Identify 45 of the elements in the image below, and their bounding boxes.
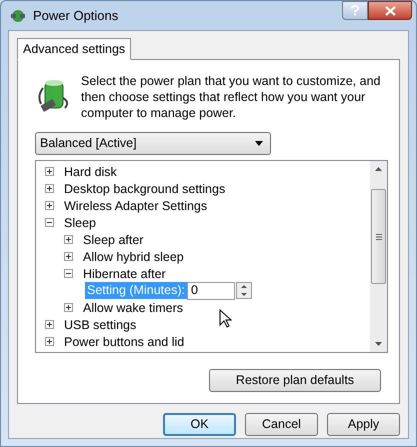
expand-icon[interactable] bbox=[64, 235, 73, 244]
dialog-button[interactable]: Cancel bbox=[245, 413, 318, 436]
scrollbar[interactable] bbox=[370, 161, 387, 352]
scroll-down-icon[interactable] bbox=[375, 342, 382, 346]
tree-item[interactable]: Allow wake timers bbox=[83, 298, 184, 316]
tree-item[interactable]: USB settings bbox=[64, 316, 136, 334]
grip-icon bbox=[376, 234, 382, 240]
expand-icon[interactable] bbox=[45, 184, 54, 193]
scroll-up-icon[interactable] bbox=[375, 167, 382, 171]
close-icon bbox=[384, 6, 396, 16]
restore-defaults-button[interactable]: Restore plan defaults bbox=[209, 369, 381, 392]
mouse-cursor-icon bbox=[219, 309, 232, 328]
tree-item[interactable]: Wireless Adapter Settings bbox=[64, 196, 208, 214]
up-arrow-icon[interactable] bbox=[240, 285, 247, 288]
help-button[interactable] bbox=[342, 1, 368, 20]
dropdown-arrow-icon bbox=[255, 141, 263, 146]
expand-icon[interactable] bbox=[45, 337, 54, 346]
down-arrow-icon[interactable] bbox=[240, 292, 247, 296]
battery-plug-icon bbox=[37, 78, 71, 114]
window-title: Power Options bbox=[33, 6, 118, 25]
tab[interactable]: Advanced settings bbox=[17, 38, 132, 60]
expand-icon[interactable] bbox=[64, 252, 73, 261]
dialog-button[interactable]: OK bbox=[163, 413, 236, 436]
expand-icon[interactable] bbox=[45, 320, 54, 329]
spin-button[interactable] bbox=[236, 282, 252, 299]
tree-item[interactable]: Sleep after bbox=[83, 230, 144, 248]
tree-item[interactable]: Allow hybrid sleep bbox=[83, 248, 184, 266]
expand-icon[interactable] bbox=[64, 303, 73, 312]
tree-item[interactable]: Hard disk bbox=[64, 162, 117, 180]
description-text: Select the power plan that you want to customize, and then choose settings that reflect how you want your computer to manage power. bbox=[81, 73, 381, 121]
setting-label: Setting (Minutes): bbox=[85, 282, 187, 299]
collapse-icon[interactable] bbox=[45, 218, 54, 227]
question-icon bbox=[350, 5, 360, 16]
plan-dropdown[interactable]: Balanced [Active] bbox=[35, 132, 271, 155]
scrollbar-thumb[interactable] bbox=[371, 189, 386, 284]
tree-item[interactable]: Hibernate after bbox=[83, 264, 166, 282]
minutes-field[interactable]: 0 bbox=[186, 282, 235, 300]
expand-icon[interactable] bbox=[45, 167, 54, 176]
expand-icon[interactable] bbox=[45, 201, 54, 210]
tree-item[interactable]: Power buttons and lid bbox=[64, 332, 184, 350]
tree-item[interactable]: Sleep bbox=[64, 214, 96, 232]
tree-item[interactable]: Desktop background settings bbox=[64, 180, 226, 198]
dialog-button[interactable]: Apply bbox=[327, 413, 400, 436]
collapse-icon[interactable] bbox=[64, 269, 73, 278]
close-button[interactable] bbox=[368, 1, 412, 20]
